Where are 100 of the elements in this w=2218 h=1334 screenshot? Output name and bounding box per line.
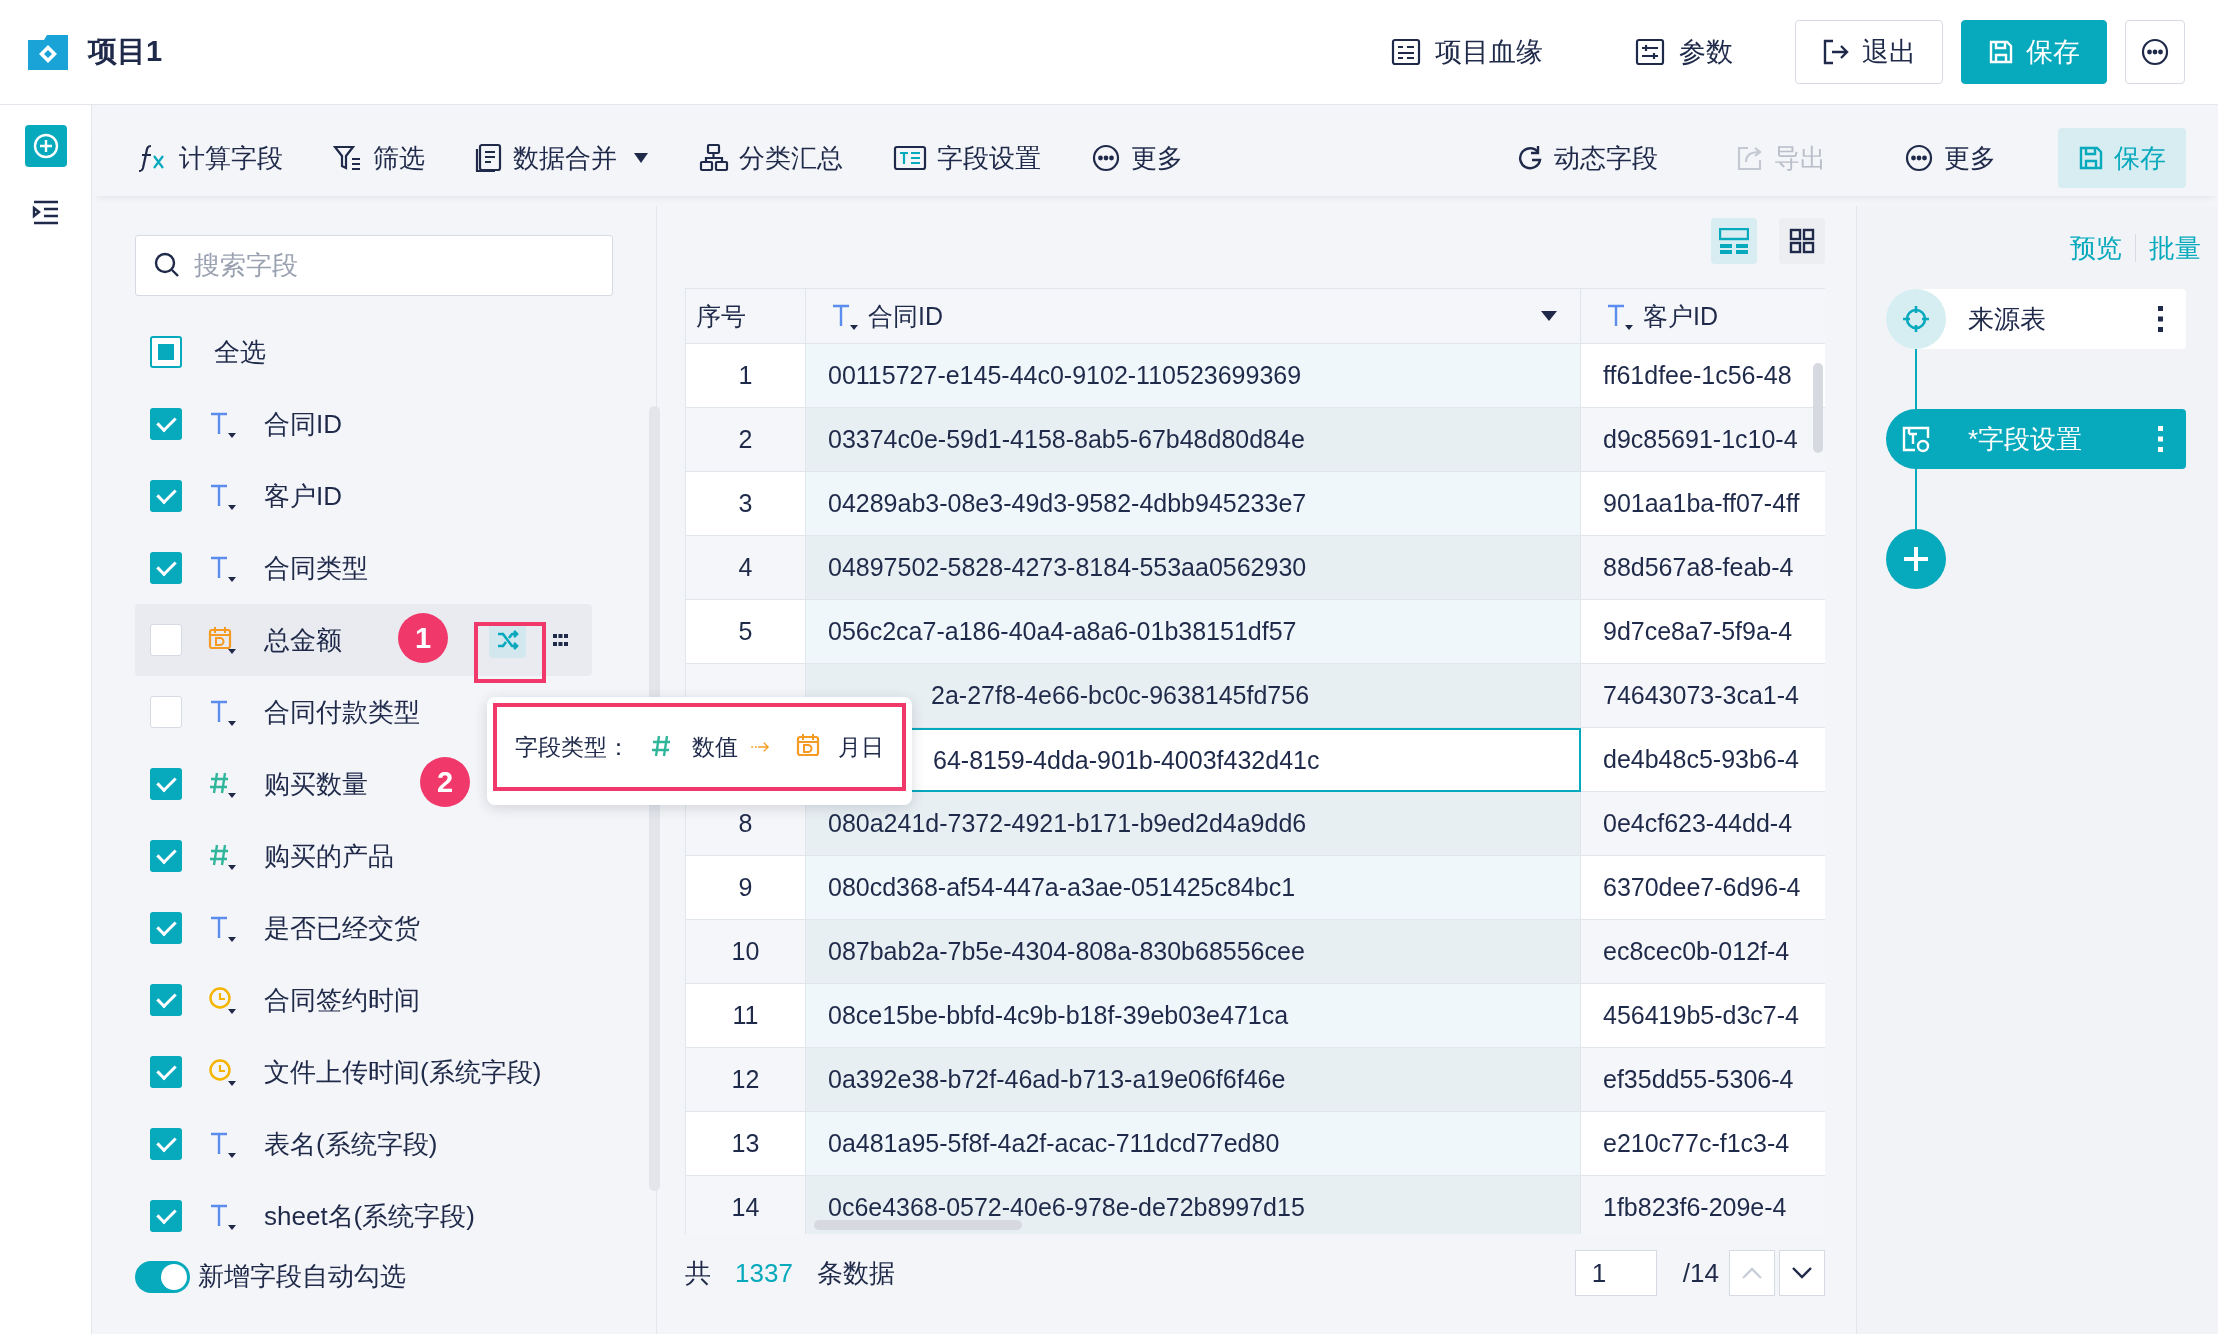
checkbox[interactable] — [150, 768, 182, 800]
header-link[interactable]: 参数 — [1635, 34, 1733, 70]
page-count: /14 — [1682, 1257, 1719, 1289]
toolbar-button[interactable]: 数据合并 — [475, 140, 649, 176]
table-cell: 080a241d-7372-4921-b171-b9ed2d4a9dd6 — [828, 809, 1307, 838]
toolbar-button[interactable]: 计算字段 — [137, 140, 283, 176]
page-input[interactable]: 1 — [1574, 1250, 1657, 1296]
toggle-switch[interactable] — [135, 1260, 190, 1293]
toolbar-button[interactable]: 分类汇总 — [699, 140, 843, 176]
row-number: 11 — [732, 1001, 759, 1030]
table-cell: 64-8159-4dda-901b-4003f432d41c — [933, 745, 1320, 775]
more-icon — [1091, 143, 1121, 173]
kebab-icon[interactable] — [2158, 306, 2164, 332]
table-cell: 00115727-e145-44c0-9102-110523699369 — [828, 361, 1302, 390]
toolbar-button[interactable]: 动态字段 — [1516, 140, 1658, 176]
row-number: 10 — [731, 937, 760, 966]
type-label: 数值 — [692, 732, 738, 762]
add-button[interactable] — [24, 125, 67, 167]
field-label: 是否已经交货 — [264, 911, 420, 945]
checkbox[interactable] — [150, 1056, 182, 1088]
table-cell: 056c2ca7-a186-40a4-a8a6-01b38151df57 — [828, 617, 1297, 646]
flowchart-icon — [1391, 38, 1421, 66]
dropdown-caret-icon[interactable] — [1540, 310, 1558, 322]
checkbox[interactable] — [150, 336, 182, 368]
more-button[interactable] — [2125, 20, 2185, 84]
checkbox[interactable] — [150, 840, 182, 872]
field-label: 合同类型 — [264, 551, 368, 585]
tooltip-label: 字段类型： — [515, 732, 630, 762]
field-label: 总金额 — [264, 623, 342, 657]
save-icon — [1988, 39, 2014, 65]
plus-icon — [31, 132, 60, 160]
table-cell: 080cd368-af54-447a-a3ae-051425c84bc1 — [828, 873, 1296, 902]
table-cell: 04289ab3-08e3-49d3-9582-4dbb945233e7 — [828, 489, 1307, 518]
checkbox[interactable] — [150, 912, 182, 944]
checkbox[interactable] — [150, 1200, 182, 1232]
row-number: 3 — [738, 489, 753, 518]
column-title: 合同ID — [868, 300, 943, 332]
row-number: 4 — [738, 553, 753, 582]
field-label: 合同付款类型 — [264, 695, 420, 729]
column-header[interactable]: 客户ID — [1581, 288, 1825, 344]
header-link[interactable]: 项目血缘 — [1391, 34, 1543, 70]
chevron-up-icon — [1741, 1266, 1763, 1280]
caret-icon — [633, 152, 649, 164]
field-label: 表名(系统字段) — [264, 1127, 438, 1161]
checkbox[interactable] — [150, 552, 182, 584]
column-title: 序号 — [696, 300, 746, 332]
list-view-button[interactable] — [1711, 218, 1757, 264]
grid-icon — [1789, 228, 1815, 254]
table-cell: ef35dd55-5306-4 — [1603, 1065, 1794, 1094]
table-cell: ff61dfee-1c56-48 — [1603, 361, 1792, 390]
type-label: 月日 — [838, 732, 884, 762]
table-cell: de4b48c5-93b6-4 — [1603, 745, 1799, 774]
checkbox[interactable] — [150, 1128, 182, 1160]
table-cell: 08ce15be-bbfd-4c9b-b18f-39eb03e471ca — [828, 1001, 1289, 1030]
row-number: 9 — [738, 873, 753, 902]
search-field[interactable]: 搜索字段 — [135, 235, 613, 296]
row-number: 1 — [738, 361, 753, 390]
drag-handle-icon[interactable] — [553, 634, 568, 646]
toolbar-button[interactable]: 筛选 — [333, 140, 425, 176]
total-count: 1337 — [735, 1257, 793, 1289]
table-cell: 901aa1ba-ff07-4ff — [1603, 489, 1800, 518]
table-cell: 0a481a95-5f8f-4a2f-acac-711dcd77ed80 — [828, 1129, 1280, 1158]
table-cell: 9d7ce8a7-5f9a-4 — [1603, 617, 1793, 646]
toolbar-button[interactable]: 更多 — [1904, 140, 1996, 176]
checkbox[interactable] — [150, 480, 182, 512]
plus-icon — [1901, 544, 1931, 574]
checkbox[interactable] — [150, 984, 182, 1016]
table-cell: 2a-27f8-4e66-bc0c-9638145fd756 — [931, 681, 1310, 710]
row-number: 14 — [731, 1193, 760, 1222]
column-header[interactable]: 序号 — [686, 288, 806, 344]
toolbar-button[interactable]: 字段设置 — [893, 140, 1041, 176]
row-number: 12 — [731, 1065, 760, 1094]
save-icon — [2078, 145, 2104, 171]
export-icon — [1736, 144, 1764, 172]
toolbar-button[interactable]: 更多 — [1091, 140, 1183, 176]
next-page-button[interactable] — [1779, 1250, 1825, 1296]
step-badge: 2 — [420, 757, 470, 807]
column-title: 客户ID — [1643, 300, 1718, 332]
scrollbar[interactable] — [1813, 363, 1823, 453]
exit-button[interactable]: 退出 — [1795, 20, 1943, 84]
row-number: 8 — [738, 809, 753, 838]
table-cell: 0c6e4368-0572-40e6-978e-de72b8997d15 — [828, 1193, 1305, 1222]
field-label: 购买数量 — [264, 767, 368, 801]
grid-view-button[interactable] — [1779, 218, 1825, 264]
hierarchy-icon — [699, 143, 729, 173]
exit-icon — [1822, 38, 1850, 66]
total-label: 共 — [685, 1256, 711, 1290]
table-cell: 087bab2a-7b5e-4304-808a-830b68556cee — [828, 937, 1305, 966]
list-view-icon — [1719, 228, 1749, 254]
field-label: 文件上传时间(系统字段) — [264, 1055, 542, 1089]
column-header[interactable]: 合同ID — [806, 288, 1581, 344]
document-icon — [475, 143, 503, 173]
flow-node[interactable]: 来源表 — [1886, 289, 2186, 349]
add-step-button[interactable] — [1886, 529, 1946, 589]
outline-icon[interactable] — [31, 199, 60, 225]
checkbox[interactable] — [150, 408, 182, 440]
app-logo — [26, 32, 70, 72]
table-cell: 0e4cf623-44dd-4 — [1603, 809, 1793, 838]
field-label: 合同ID — [264, 407, 342, 441]
table-cell: 04897502-5828-4273-8184-553aa0562930 — [828, 553, 1307, 582]
